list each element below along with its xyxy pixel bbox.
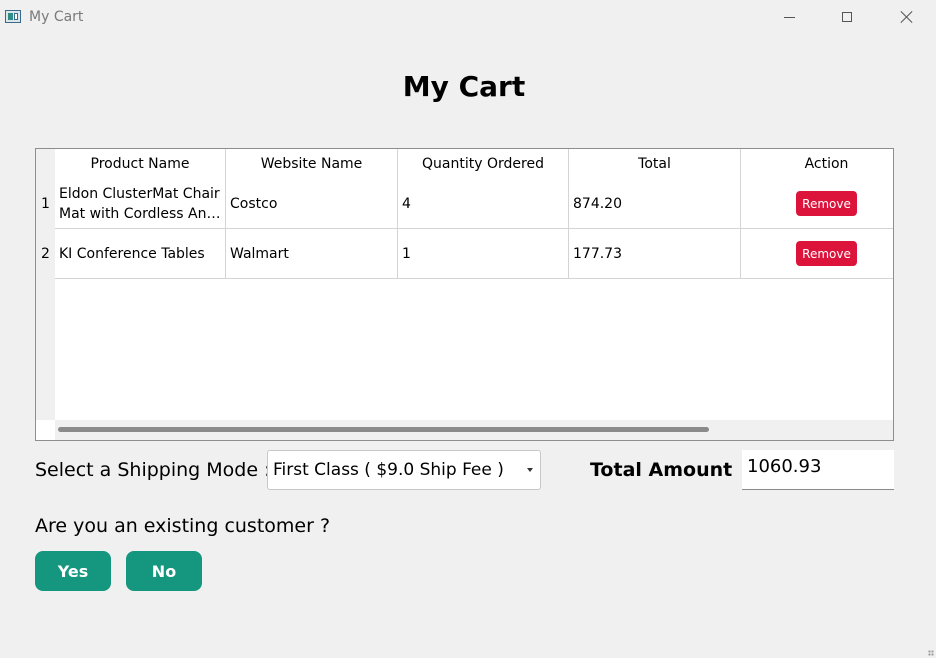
column-header-website-name[interactable]: Website Name [226,149,398,179]
resize-grip-icon[interactable] [928,650,934,656]
cell-website-name[interactable]: Costco [226,179,398,229]
scrollbar-thumb[interactable] [58,427,709,432]
column-header-action[interactable]: Action [741,149,893,179]
total-amount-label: Total Amount [590,459,733,481]
row-number[interactable]: 1 [36,179,55,229]
window-title: My Cart [29,9,84,25]
maximize-button[interactable] [824,0,870,34]
minimize-icon [783,16,795,18]
product-name-line: Eldon ClusterMat Chair [59,186,220,202]
cart-table: Product Name Website Name Quantity Order… [35,148,894,441]
shipping-mode-label: Select a Shipping Mode : [35,459,271,481]
shipping-mode-dropdown[interactable]: First Class ( $9.0 Ship Fee ) [267,450,541,490]
product-name-line: Mat with Cordless Anti… [59,206,225,222]
cell-total[interactable]: 874.20 [569,179,741,229]
column-header-product-name[interactable]: Product Name [55,149,226,179]
column-header-quantity-ordered[interactable]: Quantity Ordered [398,149,569,179]
horizontal-scrollbar[interactable] [55,420,893,440]
cell-action: Remove [741,179,893,229]
table-header: Product Name Website Name Quantity Order… [55,149,893,179]
cell-total[interactable]: 177.73 [569,229,741,279]
cell-website-name[interactable]: Walmart [226,229,398,279]
title-bar: My Cart [0,0,936,36]
cell-quantity-ordered[interactable]: 4 [398,179,569,229]
no-button[interactable]: No [126,551,202,591]
table-row: 2 KI Conference Tables Walmart 1 177.73 … [36,229,893,279]
column-header-total[interactable]: Total [569,149,741,179]
row-number[interactable]: 2 [36,229,55,279]
cell-product-name[interactable]: KI Conference Tables [55,229,226,279]
page-title: My Cart [402,70,526,103]
app-window-icon [5,10,21,23]
shipping-mode-selected: First Class ( $9.0 Ship Fee ) [273,460,504,480]
cell-action: Remove [741,229,893,279]
remove-button[interactable]: Remove [796,241,857,266]
yes-button[interactable]: Yes [35,551,111,591]
existing-customer-question: Are you an existing customer ? [35,515,331,537]
total-amount-field[interactable] [742,450,894,490]
table-row: 1 Eldon ClusterMat Chair Mat with Cordle… [36,179,893,229]
maximize-icon [842,12,852,22]
remove-button[interactable]: Remove [796,191,857,216]
dropdown-arrow-icon [527,468,533,472]
close-icon [900,10,914,24]
cell-quantity-ordered[interactable]: 1 [398,229,569,279]
close-button[interactable] [884,0,930,34]
minimize-button[interactable] [766,0,812,34]
cell-product-name[interactable]: Eldon ClusterMat Chair Mat with Cordless… [55,179,226,229]
